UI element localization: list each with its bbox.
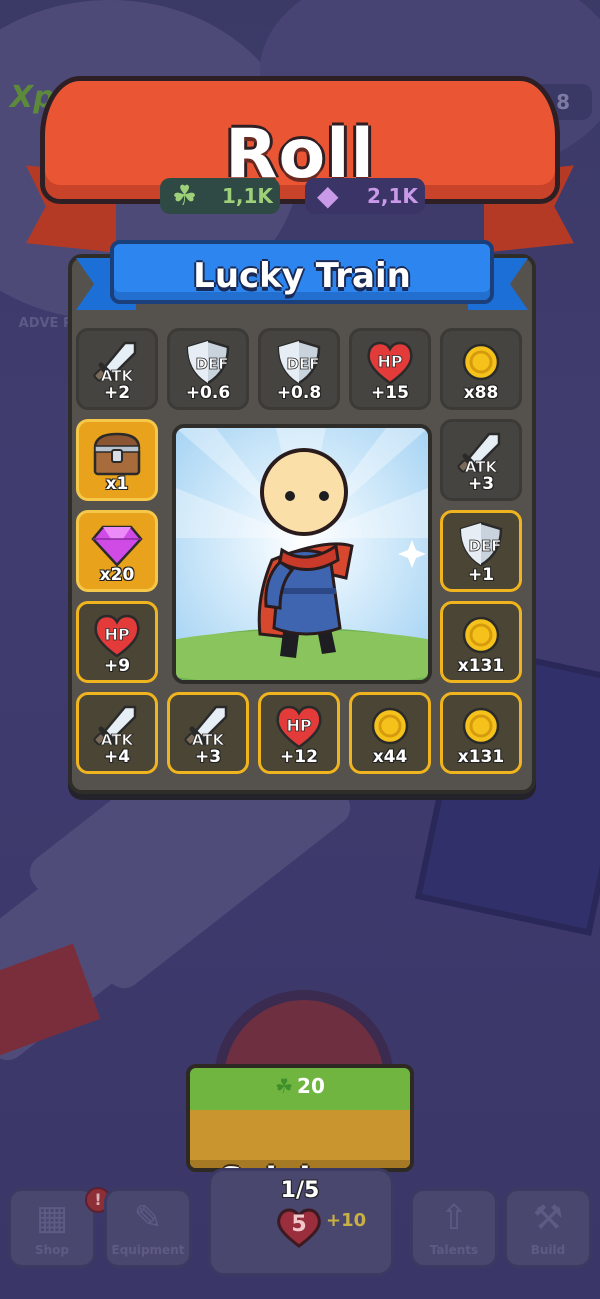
def-icon: DEF (273, 339, 325, 385)
nav-shop-label: Shop (34, 1243, 70, 1257)
dice-bonus: +10 (326, 1210, 367, 1231)
hp-icon: HP (364, 339, 416, 385)
reward-tile-label: +12 (280, 747, 318, 767)
reward-tile-label: x88 (463, 383, 499, 403)
hp-icon: HP (91, 612, 143, 658)
nav-talents-button[interactable]: ⇧ Talents (410, 1188, 498, 1268)
atk-icon: ATK (91, 339, 143, 385)
character-illustration (176, 428, 428, 680)
clover-counter: ☘ 1,1K (160, 178, 280, 214)
def-icon: DEF (455, 521, 507, 567)
spin-cost-bar: ☘ 20 (190, 1068, 410, 1110)
ribbon-body: Lucky Train (110, 240, 494, 304)
gem-icon (91, 521, 143, 567)
nav-build-label: Build (530, 1243, 566, 1257)
shop-icon: ▦ (35, 1198, 69, 1238)
nav-talents-label: Talents (429, 1243, 479, 1257)
nav-shop-button[interactable]: ▦ Shop ! (8, 1187, 111, 1268)
svg-text:HP: HP (377, 352, 402, 371)
coin-icon (364, 703, 416, 749)
svg-text:DEF: DEF (196, 355, 229, 373)
reward-tile-coin: x131 (440, 692, 522, 774)
spin-button[interactable]: ☘20 Spining.. (186, 1064, 414, 1172)
reward-tile-atk: ATK +3 (440, 419, 522, 501)
reward-tile-label: x20 (99, 565, 135, 585)
reward-tile-label: +0.6 (185, 383, 231, 403)
shirt-icon: ✎ (133, 1198, 163, 1238)
reward-tile-label: +9 (103, 656, 131, 676)
reward-tile-label: +3 (467, 474, 495, 494)
board-subtitle: Lucky Train (193, 256, 411, 296)
svg-text:DEF: DEF (287, 355, 320, 373)
hammer-icon: ⚒ (532, 1198, 564, 1238)
dice-value: 5 (291, 1212, 307, 1237)
reward-tile-gem: x20 (76, 510, 158, 592)
reward-tile-atk: ATK +2 (76, 328, 158, 410)
reward-tile-label: +4 (103, 747, 131, 767)
svg-text:HP: HP (286, 716, 311, 735)
banner-body: Roll (40, 76, 560, 204)
atk-icon: ATK (182, 703, 234, 749)
coin-icon (455, 612, 507, 658)
reward-tile-def: DEF +0.6 (167, 328, 249, 410)
roll-banner: Roll (0, 50, 600, 250)
reward-tile-def: DEF +1 (440, 510, 522, 592)
reward-tile-atk: ATK +3 (167, 692, 249, 774)
reward-tile-label: x131 (457, 656, 505, 676)
clover-value: 1,1K (222, 184, 273, 208)
gem-icon: ◆ (317, 179, 339, 212)
svg-text:HP: HP (104, 625, 129, 644)
gem-value: 2,1K (367, 184, 418, 208)
nav-build-button[interactable]: ⚒ Build (504, 1188, 592, 1268)
reward-tile-label: x131 (457, 747, 505, 767)
gem-counter: ◆ 2,1K (305, 178, 425, 214)
chest-icon (91, 430, 143, 476)
reward-tile-label: x44 (372, 747, 408, 767)
nav-equipment-button[interactable]: ✎ Equipment (104, 1188, 192, 1268)
reward-tile-hp: HP +12 (258, 692, 340, 774)
subtitle-ribbon: Lucky Train (76, 240, 528, 314)
clover-icon: ☘ (275, 1074, 294, 1098)
reward-tile-label: +2 (103, 383, 131, 403)
coin-icon (455, 339, 507, 385)
reward-tile-label: +0.8 (276, 383, 322, 403)
spin-label-bar: Spining.. (190, 1110, 410, 1168)
reward-tile-label: +15 (371, 383, 409, 403)
reward-tile-coin: x88 (440, 328, 522, 410)
reward-tile-label: +3 (194, 747, 222, 767)
atk-icon: ATK (91, 703, 143, 749)
svg-text:DEF: DEF (469, 537, 502, 555)
coin-icon (455, 703, 507, 749)
nav-equipment-label: Equipment (111, 1243, 185, 1257)
hp-icon: HP (273, 703, 325, 749)
reward-tile-label: x1 (105, 474, 129, 494)
reward-tile-def: DEF +0.8 (258, 328, 340, 410)
reward-tile-hp: HP +9 (76, 601, 158, 683)
spin-progress: 1/5 (280, 1178, 320, 1203)
reward-tile-chest: x1 (76, 419, 158, 501)
banner-title: Roll (225, 115, 375, 194)
spin-cost: ☘ 20 (190, 1074, 410, 1098)
character-portrait (172, 424, 432, 684)
clover-icon: ☘ (172, 179, 198, 212)
reward-tile-hp: HP +15 (349, 328, 431, 410)
def-icon: DEF (182, 339, 234, 385)
arrow-up-icon: ⇧ (439, 1198, 469, 1238)
spin-cost-value: 20 (297, 1074, 325, 1098)
reward-tile-coin: x44 (349, 692, 431, 774)
reward-tile-label: +1 (467, 565, 495, 585)
atk-icon: ATK (455, 430, 507, 476)
reward-tile-coin: x131 (440, 601, 522, 683)
reward-tile-atk: ATK +4 (76, 692, 158, 774)
